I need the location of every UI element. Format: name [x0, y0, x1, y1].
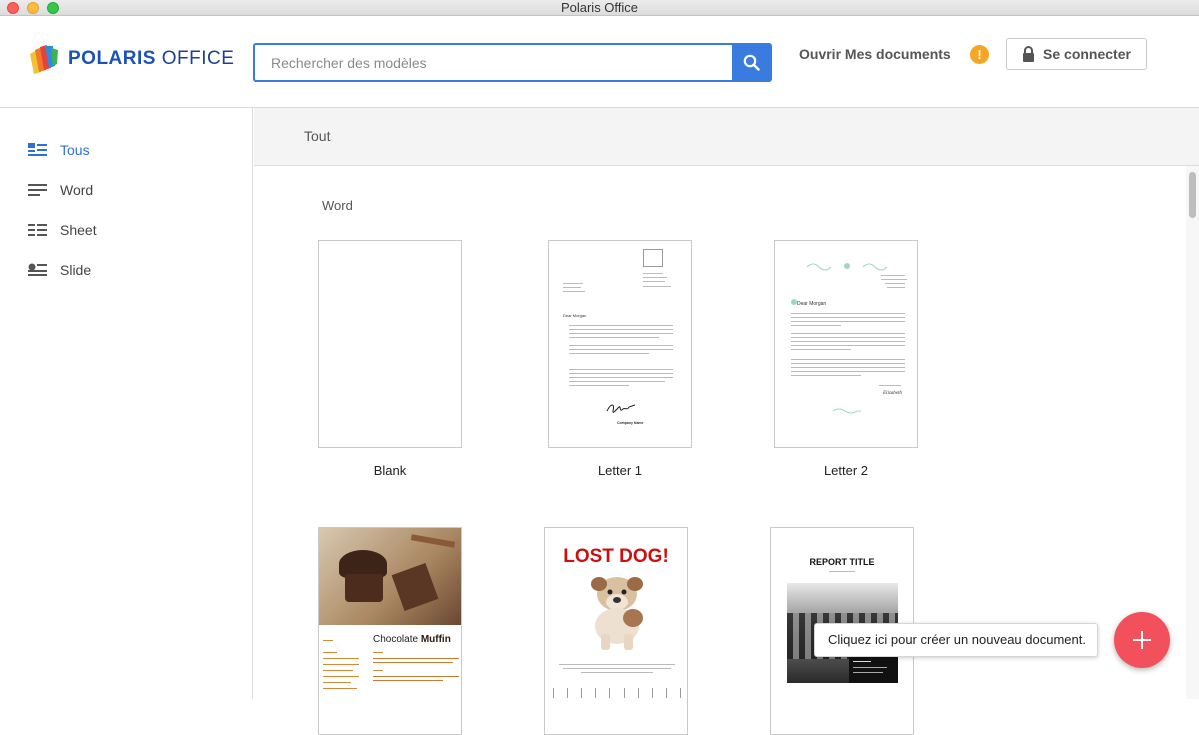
template-thumbnail: Dear Morgan Elizabeth — [774, 240, 918, 448]
warning-icon[interactable]: ! — [970, 45, 989, 64]
plus-icon — [1133, 631, 1151, 649]
word-icon — [28, 183, 47, 196]
search-icon — [743, 54, 760, 71]
template-name: Blank — [373, 463, 407, 478]
new-document-tooltip: Cliquez ici pour créer un nouveau docume… — [814, 623, 1098, 657]
open-my-documents-link[interactable]: Ouvrir Mes documents — [799, 46, 951, 62]
bulldog-icon — [591, 577, 643, 650]
sidebar-item-label: Word — [60, 182, 94, 198]
login-label: Se connecter — [1043, 46, 1131, 62]
minimize-window-button[interactable] — [27, 2, 39, 14]
sidebar-item-sheet[interactable]: Sheet — [28, 219, 97, 241]
floral-ornament-icon — [832, 408, 861, 414]
report-title: REPORT TITLE — [809, 557, 875, 567]
polaris-logo: POLARIS OFFICE — [27, 44, 234, 74]
sidebar-item-label: Slide — [60, 262, 92, 278]
search-button[interactable] — [732, 45, 770, 80]
template-card-blank[interactable]: Blank — [318, 240, 462, 478]
signature-icon — [606, 404, 636, 413]
template-thumbnail: Dear Morgan Company Name — [548, 240, 692, 448]
template-card-letter-2[interactable]: Dear Morgan Elizabeth Letter 2 — [774, 240, 918, 478]
letter-sign-name: Elizabeth — [883, 391, 902, 396]
vertical-scrollbar[interactable] — [1186, 166, 1199, 699]
template-card-chocolate-muffin[interactable]: Chocolate Muffin — [318, 527, 462, 735]
template-thumbnail: Chocolate Muffin — [318, 527, 462, 735]
template-search — [253, 43, 772, 82]
slide-icon — [28, 263, 47, 276]
template-name: Letter 1 — [597, 463, 643, 478]
window-controls — [7, 2, 59, 14]
template-gallery: Word Blank Dear Morgan Company Name Lett… — [254, 166, 1186, 735]
window-titlebar: Polaris Office — [0, 0, 1199, 16]
recipe-title: Chocolate Muffin — [373, 634, 451, 645]
login-button[interactable]: Se connecter — [1006, 38, 1147, 70]
app-header: POLARIS OFFICE Ouvrir Mes documents ! Se… — [0, 16, 1199, 108]
lock-icon — [1023, 46, 1035, 62]
letter-sign-name: Company Name — [617, 421, 644, 425]
filter-label: Tout — [304, 128, 331, 144]
sidebar-item-all[interactable]: Tous — [28, 139, 90, 161]
sidebar-item-slide[interactable]: Slide — [28, 259, 91, 281]
template-thumbnail: LOST DOG! — [544, 527, 688, 735]
all-icon — [28, 142, 47, 156]
filter-bar: Tout — [254, 108, 1199, 166]
logo-text: POLARIS OFFICE — [68, 48, 235, 69]
scrollbar-thumb[interactable] — [1189, 172, 1196, 218]
template-card-letter-1[interactable]: Dear Morgan Company Name Letter 1 — [548, 240, 692, 478]
sidebar-item-word[interactable]: Word — [28, 179, 93, 201]
letter-greeting: Dear Morgan — [797, 301, 827, 307]
category-sidebar: Tous Word Sheet Slide — [0, 108, 253, 699]
poster-title: LOST DOG! — [563, 546, 669, 567]
template-card-lost-dog[interactable]: LOST DOG! — [544, 527, 688, 735]
close-window-button[interactable] — [7, 2, 19, 14]
floral-ornament-icon — [806, 263, 888, 271]
muffin-photo — [319, 528, 461, 625]
template-thumbnail — [318, 240, 462, 448]
template-search-input[interactable] — [255, 45, 732, 80]
new-document-button[interactable] — [1114, 612, 1170, 668]
template-name: Letter 2 — [823, 463, 869, 478]
window-title: Polaris Office — [560, 0, 639, 15]
company-logo-placeholder — [643, 249, 663, 267]
polaris-logo-icon — [30, 45, 58, 74]
section-label-word: Word — [322, 198, 353, 213]
sidebar-item-label: Sheet — [60, 222, 97, 238]
tear-off-tabs — [553, 688, 681, 698]
sidebar-item-label: Tous — [60, 142, 90, 158]
zoom-window-button[interactable] — [47, 2, 59, 14]
sheet-icon — [28, 223, 47, 236]
letter-greeting: Dear Morgan — [563, 313, 587, 318]
